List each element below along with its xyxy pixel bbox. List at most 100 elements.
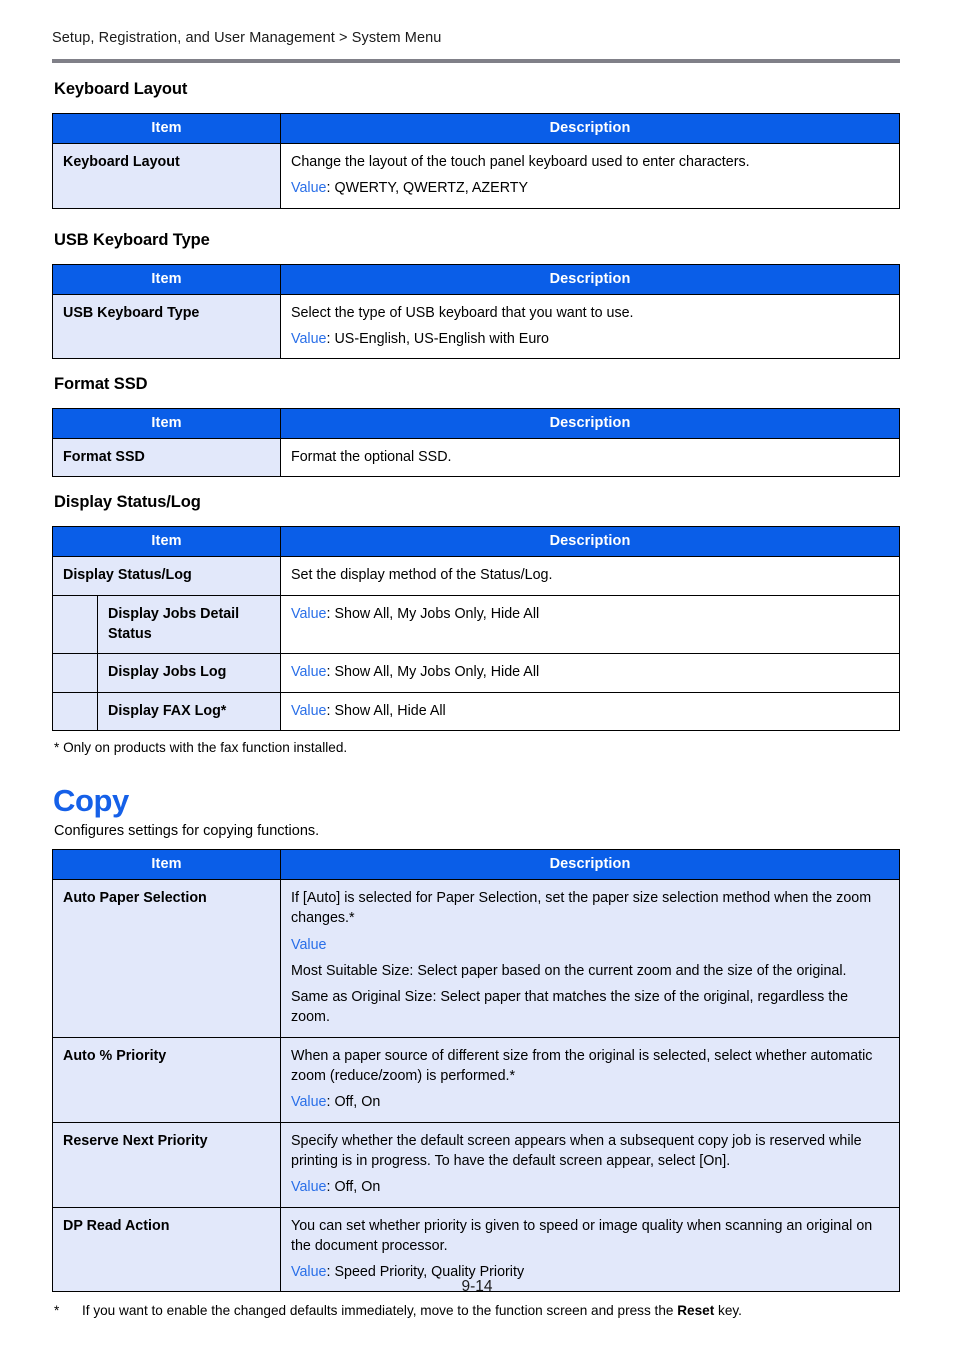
table-row: Format SSD Format the optional SSD.	[52, 438, 900, 478]
row-item-label: Display Status/Log	[52, 556, 281, 596]
row-item-label: Auto % Priority	[52, 1036, 281, 1123]
footnote-star: *	[54, 1303, 60, 1319]
row-description: Set the display method of the Status/Log…	[280, 556, 900, 596]
value-line: Value: QWERTY, QWERTZ, AZERTY	[291, 178, 889, 198]
value-label: Value	[291, 702, 327, 719]
value-line: Value: Off, On	[291, 1177, 889, 1197]
value-options: : Show All, My Jobs Only, Hide All	[326, 664, 540, 681]
value-line: Value: US-English, US-English with Euro	[291, 329, 889, 349]
footnote-reset: * If you want to enable the changed defa…	[54, 1301, 902, 1320]
footnote-fax: * Only on products with the fax function…	[54, 739, 348, 755]
column-header-item: Item	[52, 849, 281, 880]
value-line: Value: Show All, My Jobs Only, Hide All	[291, 662, 889, 682]
description-text: Change the layout of the touch panel key…	[291, 154, 750, 170]
description-text: Select the type of USB keyboard that you…	[291, 304, 634, 321]
row-item-label: Auto Paper Selection	[52, 879, 281, 1038]
footnote-body: If you want to enable the changed defaul…	[82, 1301, 742, 1320]
row-item-label: Display FAX Log*	[97, 691, 281, 731]
table-copy: Item Description Auto Paper Selection If…	[52, 849, 900, 1293]
table-row: Auto Paper Selection If [Auto] is select…	[52, 879, 900, 1038]
row-description: Format the optional SSD.	[280, 438, 900, 478]
description-text: Format the optional SSD.	[291, 449, 452, 466]
table-header-row: Item Description	[52, 263, 900, 295]
value-line: Value: Off, On	[291, 1092, 889, 1112]
value-line: Value	[291, 935, 889, 955]
page-number: 9-14	[461, 1278, 493, 1295]
table-row: Reserve Next Priority Specify whether th…	[52, 1121, 900, 1208]
row-description: Select the type of USB keyboard that you…	[280, 293, 900, 360]
section-title-format-ssd: Format SSD	[54, 375, 148, 394]
row-item-label: Reserve Next Priority	[52, 1121, 281, 1208]
column-header-item: Item	[52, 526, 281, 558]
column-header-description: Description	[280, 408, 900, 440]
row-description: If [Auto] is selected for Paper Selectio…	[280, 879, 900, 1038]
table-header-row: Item Description	[52, 408, 900, 440]
row-indent-spacer	[52, 594, 98, 655]
table-header-row: Item Description	[52, 849, 900, 880]
value-label: Value	[291, 330, 327, 347]
value-options: : Show All, Hide All	[326, 702, 446, 719]
column-header-description: Description	[280, 526, 900, 558]
row-item-label: Format SSD	[52, 438, 281, 478]
copy-intro-text: Configures settings for copying function…	[54, 823, 320, 839]
column-header-item: Item	[52, 408, 281, 440]
table-header-row: Item Description	[52, 113, 900, 144]
row-item-label: Display Jobs Log	[97, 653, 281, 693]
row-item-label: Keyboard Layout	[52, 143, 281, 209]
column-header-description: Description	[280, 849, 900, 880]
page-content: Keyboard Layout Item Description Keyboar…	[52, 80, 902, 1320]
section-title-keyboard-layout: Keyboard Layout	[54, 80, 188, 98]
value-options: : QWERTY, QWERTZ, AZERTY	[326, 180, 529, 197]
description-text: When a paper source of different size fr…	[291, 1047, 873, 1085]
section-title-usb-keyboard-type: USB Keyboard Type	[54, 230, 210, 249]
table-format-ssd: Item Description Format SSD Format the o…	[52, 408, 900, 478]
row-indent-spacer	[52, 653, 98, 693]
value-options: : Off, On	[326, 1179, 381, 1196]
header-divider	[52, 59, 900, 63]
row-description: Value: Show All, My Jobs Only, Hide All	[280, 594, 900, 655]
table-keyboard-layout: Item Description Keyboard Layout Change …	[52, 113, 900, 209]
row-item-label: Display Jobs Detail Status	[97, 594, 281, 655]
row-description: Specify whether the default screen appea…	[280, 1121, 900, 1208]
table-usb-keyboard-type: Item Description USB Keyboard Type Selec…	[52, 263, 900, 360]
description-extra-line: Same as Original Size: Select paper that…	[291, 989, 849, 1026]
value-label: Value	[291, 664, 327, 681]
value-label: Value	[291, 1094, 327, 1111]
footnote-text-after: key.	[714, 1303, 742, 1319]
table-display-status-log: Item Description Display Status/Log Set …	[52, 526, 900, 731]
row-description: When a paper source of different size fr…	[280, 1036, 900, 1123]
value-line: Value: Show All, My Jobs Only, Hide All	[291, 604, 889, 624]
footnote-text-before: If you want to enable the changed defaul…	[82, 1303, 678, 1319]
value-label: Value	[291, 1179, 327, 1196]
row-item-label: USB Keyboard Type	[52, 293, 281, 360]
breadcrumb: Setup, Registration, and User Management…	[52, 30, 442, 46]
table-row-sub: Display Jobs Log Value: Show All, My Job…	[52, 653, 900, 693]
row-description: Change the layout of the touch panel key…	[280, 143, 900, 209]
footnote-bold-key: Reset	[677, 1303, 715, 1319]
table-row: USB Keyboard Type Select the type of USB…	[52, 293, 900, 360]
value-line: Value: Show All, Hide All	[291, 701, 889, 721]
table-row-parent: Display Status/Log Set the display metho…	[52, 556, 900, 596]
table-header-row: Item Description	[52, 526, 900, 558]
row-description: Value: Show All, My Jobs Only, Hide All	[280, 653, 900, 693]
page-heading-copy: Copy	[53, 783, 129, 818]
description-text: Specify whether the default screen appea…	[291, 1132, 862, 1169]
table-row-sub: Display FAX Log* Value: Show All, Hide A…	[52, 691, 900, 731]
section-title-display-status-log: Display Status/Log	[54, 493, 201, 512]
row-description: Value: Show All, Hide All	[280, 691, 900, 731]
value-label: Value	[291, 180, 327, 197]
description-text: You can set whether priority is given to…	[291, 1217, 873, 1254]
column-header-description: Description	[280, 113, 900, 144]
column-header-description: Description	[280, 263, 900, 295]
table-row: Auto % Priority When a paper source of d…	[52, 1036, 900, 1123]
table-row: Keyboard Layout Change the layout of the…	[52, 143, 900, 209]
value-options: : Off, On	[326, 1094, 381, 1111]
column-header-item: Item	[52, 113, 281, 144]
description-extra-line: Most Suitable Size: Select paper based o…	[291, 962, 847, 979]
document-page: Setup, Registration, and User Management…	[0, 0, 954, 1350]
value-label: Value	[291, 936, 327, 953]
